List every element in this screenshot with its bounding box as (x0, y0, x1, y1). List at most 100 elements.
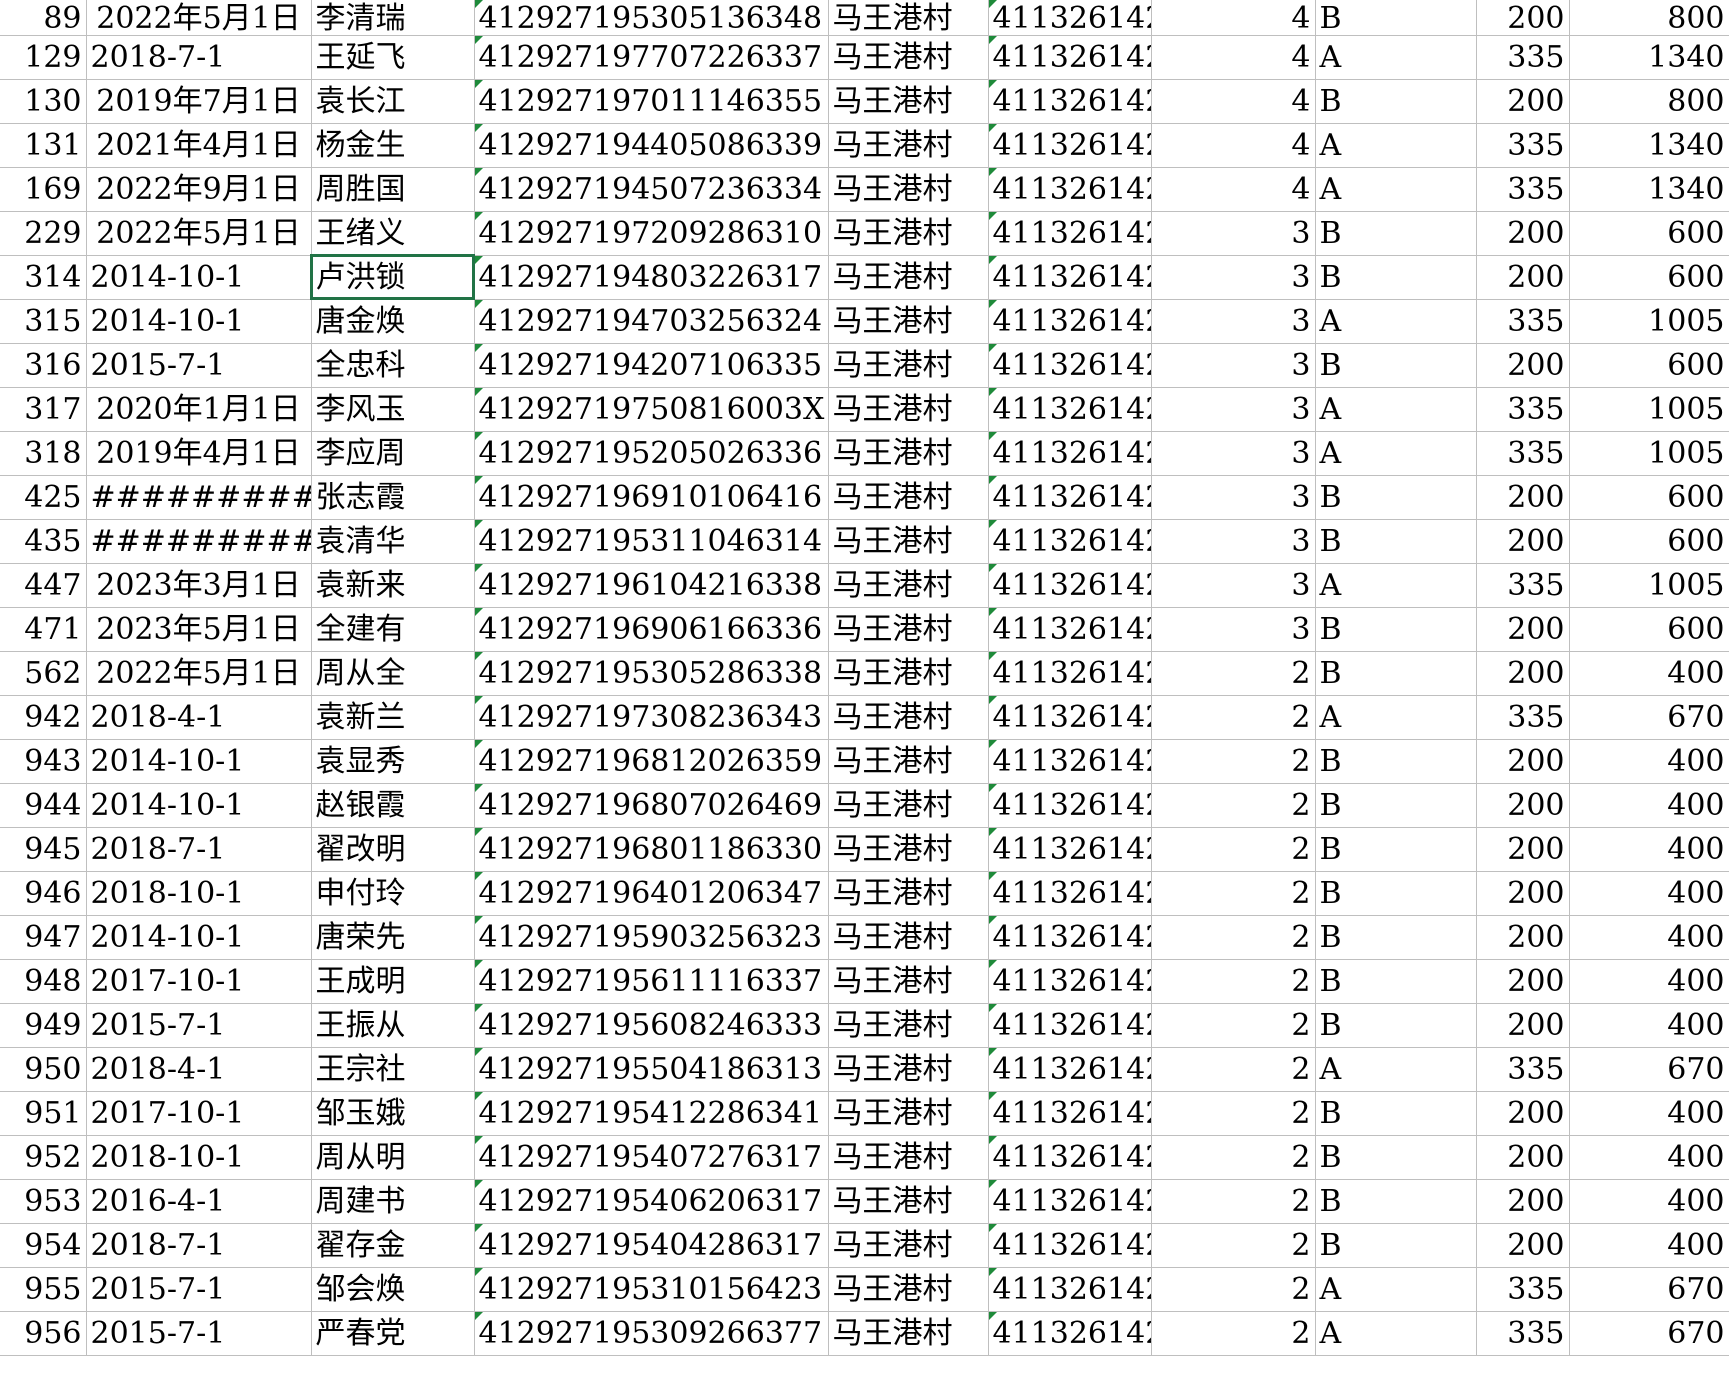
cell-area-code[interactable]: 411326142 (988, 1311, 1152, 1356)
cell-name[interactable]: 王绪义 (311, 211, 475, 256)
cell-id-number[interactable]: 412927195305136348 (474, 0, 829, 36)
cell-count[interactable]: 3 (1151, 387, 1316, 432)
cell-id-number[interactable]: 412927197308236343 (474, 695, 829, 740)
cell-village[interactable]: 马王港村 (828, 519, 989, 564)
cell-seq[interactable]: 948 (0, 959, 87, 1004)
cell-id-number[interactable]: 412927197011146355 (474, 79, 829, 124)
cell-date[interactable]: 2018-7-1 (86, 35, 312, 80)
cell-seq[interactable]: 944 (0, 783, 87, 828)
cell-date[interactable]: 2015-7-1 (86, 1003, 312, 1048)
cell-total[interactable]: 670 (1569, 1047, 1729, 1092)
cell-area-code[interactable]: 411326142 (988, 431, 1152, 476)
cell-count[interactable]: 4 (1151, 123, 1316, 168)
cell-count[interactable]: 2 (1151, 783, 1316, 828)
cell-area-code[interactable]: 411326142 (988, 563, 1152, 608)
cell-id-number[interactable]: 412927196401206347 (474, 871, 829, 916)
cell-count[interactable]: 2 (1151, 1267, 1316, 1312)
cell-seq[interactable]: 425 (0, 475, 87, 520)
cell-date[interactable]: 2021年4月1日 (86, 123, 312, 168)
cell-seq[interactable]: 943 (0, 739, 87, 784)
cell-grade[interactable]: A (1315, 431, 1477, 476)
cell-area-code[interactable]: 411326142 (988, 915, 1152, 960)
cell-id-number[interactable]: 412927195903256323 (474, 915, 829, 960)
cell-name[interactable]: 李风玉 (311, 387, 475, 432)
cell-area-code[interactable]: 411326142 (988, 387, 1152, 432)
cell-id-number[interactable]: 412927194803226317 (474, 255, 829, 300)
cell-village[interactable]: 马王港村 (828, 607, 989, 652)
cell-count[interactable]: 3 (1151, 299, 1316, 344)
cell-area-code[interactable]: 411326142 (988, 695, 1152, 740)
cell-id-number[interactable]: 412927197707226337 (474, 35, 829, 80)
cell-name[interactable]: 袁新兰 (311, 695, 475, 740)
cell-id-number[interactable]: 412927195406206317 (474, 1179, 829, 1224)
cell-grade[interactable]: A (1315, 123, 1477, 168)
cell-id-number[interactable]: 412927196812026359 (474, 739, 829, 784)
cell-total[interactable]: 400 (1569, 739, 1729, 784)
cell-total[interactable]: 600 (1569, 211, 1729, 256)
cell-name[interactable]: 翟改明 (311, 827, 475, 872)
cell-rate[interactable]: 200 (1476, 1091, 1570, 1136)
cell-count[interactable]: 4 (1151, 79, 1316, 124)
cell-date[interactable]: 2020年1月1日 (86, 387, 312, 432)
cell-seq[interactable]: 317 (0, 387, 87, 432)
cell-count[interactable]: 2 (1151, 739, 1316, 784)
cell-area-code[interactable]: 411326142 (988, 651, 1152, 696)
cell-area-code[interactable]: 411326142 (988, 1267, 1152, 1312)
cell-seq[interactable]: 952 (0, 1135, 87, 1180)
cell-id-number[interactable]: 412927195309266377 (474, 1311, 829, 1356)
cell-date[interactable]: 2018-7-1 (86, 1223, 312, 1268)
cell-name[interactable]: 张志霞 (311, 475, 475, 520)
cell-seq[interactable]: 949 (0, 1003, 87, 1048)
cell-id-number[interactable]: 412927196906166336 (474, 607, 829, 652)
cell-total[interactable]: 1005 (1569, 431, 1729, 476)
cell-total[interactable]: 670 (1569, 695, 1729, 740)
cell-total[interactable]: 400 (1569, 1179, 1729, 1224)
cell-area-code[interactable]: 411326142 (988, 1223, 1152, 1268)
cell-count[interactable]: 4 (1151, 167, 1316, 212)
cell-grade[interactable]: B (1315, 0, 1477, 36)
cell-total[interactable]: 400 (1569, 651, 1729, 696)
cell-grade[interactable]: A (1315, 387, 1477, 432)
cell-total[interactable]: 670 (1569, 1311, 1729, 1356)
cell-date[interactable]: 2014-10-1 (86, 783, 312, 828)
cell-rate[interactable]: 335 (1476, 695, 1570, 740)
cell-total[interactable]: 670 (1569, 1267, 1729, 1312)
cell-seq[interactable]: 951 (0, 1091, 87, 1136)
cell-id-number[interactable]: 412927196910106416 (474, 475, 829, 520)
cell-id-number[interactable]: 412927195310156423 (474, 1267, 829, 1312)
cell-grade[interactable]: A (1315, 563, 1477, 608)
cell-id-number[interactable]: 412927197209286310 (474, 211, 829, 256)
cell-name[interactable]: 周建书 (311, 1179, 475, 1224)
cell-name-selected[interactable]: 卢洪锁 (310, 254, 475, 300)
cell-seq[interactable]: 129 (0, 35, 87, 80)
cell-count[interactable]: 4 (1151, 0, 1316, 36)
cell-grade[interactable]: B (1315, 343, 1477, 388)
cell-count[interactable]: 2 (1151, 1091, 1316, 1136)
cell-seq[interactable]: 131 (0, 123, 87, 168)
cell-village[interactable]: 马王港村 (828, 475, 989, 520)
cell-rate[interactable]: 200 (1476, 519, 1570, 564)
cell-rate[interactable]: 200 (1476, 475, 1570, 520)
cell-rate[interactable]: 200 (1476, 739, 1570, 784)
cell-total[interactable]: 1005 (1569, 387, 1729, 432)
cell-rate[interactable]: 200 (1476, 783, 1570, 828)
cell-total[interactable]: 600 (1569, 343, 1729, 388)
cell-count[interactable]: 2 (1151, 915, 1316, 960)
cell-count[interactable]: 2 (1151, 1179, 1316, 1224)
cell-grade[interactable]: A (1315, 299, 1477, 344)
cell-date[interactable]: 2014-10-1 (86, 915, 312, 960)
cell-village[interactable]: 马王港村 (828, 1047, 989, 1092)
cell-name[interactable]: 赵银霞 (311, 783, 475, 828)
cell-id-number[interactable]: 412927195608246333 (474, 1003, 829, 1048)
cell-name[interactable]: 全建有 (311, 607, 475, 652)
cell-area-code[interactable]: 411326142 (988, 607, 1152, 652)
cell-seq[interactable]: 130 (0, 79, 87, 124)
cell-total[interactable]: 400 (1569, 1091, 1729, 1136)
cell-date[interactable]: 2018-7-1 (86, 827, 312, 872)
cell-total[interactable]: 400 (1569, 783, 1729, 828)
cell-id-number[interactable]: 412927195205026336 (474, 431, 829, 476)
cell-name[interactable]: 王成明 (311, 959, 475, 1004)
cell-rate[interactable]: 200 (1476, 651, 1570, 696)
cell-total[interactable]: 600 (1569, 255, 1729, 300)
cell-grade[interactable]: B (1315, 255, 1477, 300)
